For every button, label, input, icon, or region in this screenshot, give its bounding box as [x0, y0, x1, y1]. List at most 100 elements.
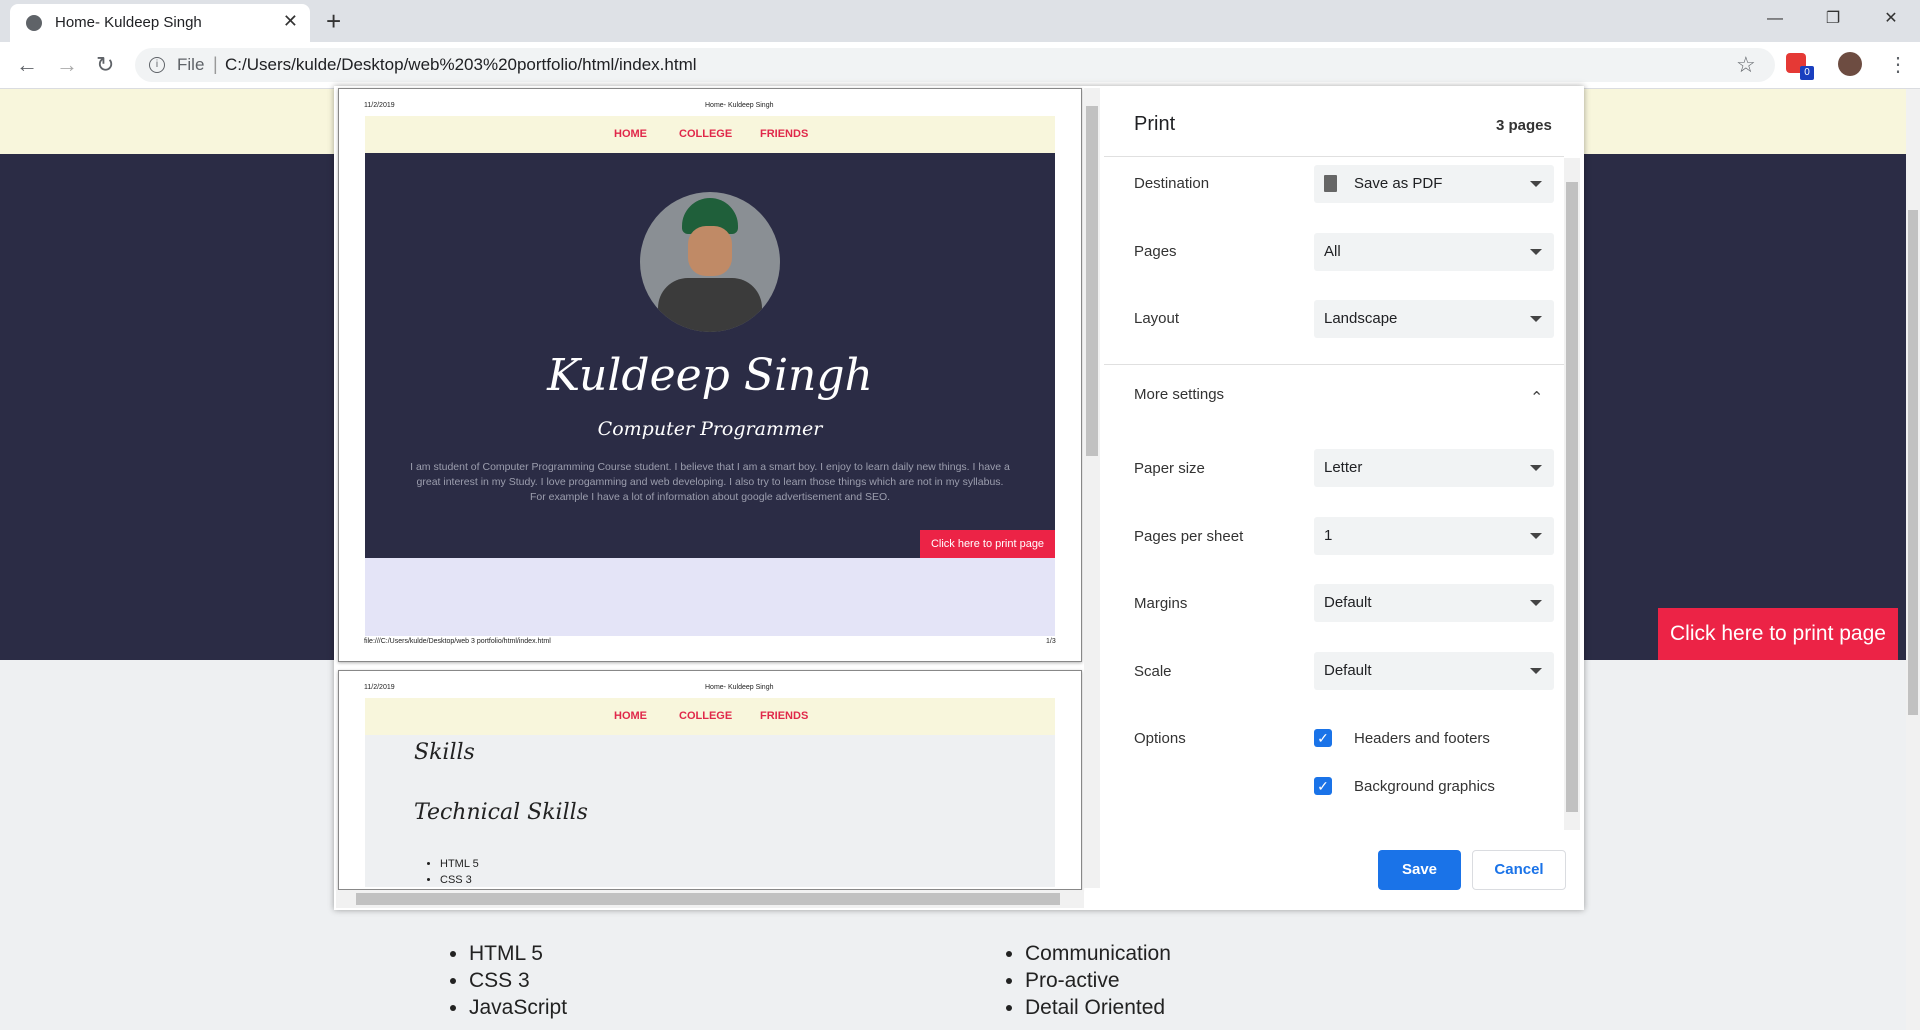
page-scrollbar-thumb[interactable] — [1908, 210, 1918, 715]
preview-nav-friends: FRIENDS — [760, 128, 809, 140]
preview-technical-heading: Technical Skills — [414, 800, 588, 825]
soft-skills-list: Communication Pro-active Detail Oriented — [1003, 940, 1171, 1021]
preview-page-number: 1/3 — [1046, 638, 1056, 645]
back-icon[interactable]: ← — [16, 52, 38, 78]
preview-header-title: Home- Kuldeep Singh — [705, 102, 774, 109]
preview-navbar: HOME COLLEGE FRIENDS — [365, 698, 1055, 735]
restore-button[interactable]: ❐ — [1810, 4, 1856, 34]
save-button[interactable]: Save — [1378, 850, 1461, 890]
pages-per-sheet-label: Pages per sheet — [1134, 528, 1244, 545]
paper-size-label: Paper size — [1134, 460, 1205, 477]
dropdown-caret-icon — [1530, 600, 1542, 606]
margins-select[interactable]: Default — [1314, 584, 1554, 622]
destination-label: Destination — [1134, 175, 1210, 192]
list-item: Pro-active — [1025, 967, 1171, 994]
dropdown-caret-icon — [1530, 465, 1542, 471]
minimize-button[interactable]: — — [1752, 4, 1798, 34]
preview-name: Kuldeep Singh — [547, 350, 873, 401]
dropdown-caret-icon — [1530, 181, 1542, 187]
dropdown-caret-icon — [1530, 668, 1542, 674]
options-label: Options — [1134, 730, 1186, 747]
chevron-up-icon[interactable]: ⌄ — [1530, 386, 1543, 406]
pages-per-sheet-select[interactable]: 1 — [1314, 517, 1554, 555]
preview-nav-college: COLLEGE — [679, 710, 733, 722]
document-icon — [1324, 175, 1337, 192]
address-separator: | — [213, 54, 218, 74]
preview-navbar: HOME COLLEGE FRIENDS — [365, 116, 1055, 153]
margins-value: Default — [1324, 594, 1372, 611]
print-settings-panel — [1104, 86, 1584, 910]
tab-title: Home- Kuldeep Singh — [55, 14, 202, 31]
preview-print-button: Click here to print page — [920, 530, 1055, 558]
address-bar[interactable]: i File | C:/Users/kulde/Desktop/web%203%… — [135, 48, 1775, 82]
print-title: Print — [1134, 113, 1176, 135]
pages-select[interactable]: All — [1314, 233, 1554, 271]
dropdown-caret-icon — [1530, 316, 1542, 322]
preview-date: 11/2/2019 — [364, 102, 395, 109]
more-settings-label[interactable]: More settings — [1134, 386, 1224, 403]
scale-label: Scale — [1134, 663, 1172, 680]
list-item: CSS 3 — [440, 872, 479, 888]
address-url: C:/Users/kulde/Desktop/web%203%20portfol… — [225, 55, 697, 74]
technical-skills-list: HTML 5 CSS 3 JavaScript — [447, 940, 567, 1021]
preview-header-title: Home- Kuldeep Singh — [705, 684, 774, 691]
page-count: 3 pages — [1496, 117, 1552, 134]
preview-vertical-thumb[interactable] — [1086, 106, 1098, 456]
list-item: CSS 3 — [469, 967, 567, 994]
preview-role: Computer Programmer — [597, 418, 823, 440]
profile-avatar[interactable] — [1838, 52, 1862, 76]
browser-tab[interactable]: Home- Kuldeep Singh ✕ — [10, 4, 310, 42]
list-item: HTML 5 — [440, 856, 479, 872]
profile-photo — [640, 192, 780, 332]
headers-footers-label[interactable]: Headers and footers — [1354, 730, 1490, 747]
paper-size-select[interactable]: Letter — [1314, 449, 1554, 487]
preview-date: 11/2/2019 — [364, 684, 395, 691]
dropdown-caret-icon — [1530, 533, 1542, 539]
globe-icon — [26, 15, 42, 31]
layout-select[interactable]: Landscape — [1314, 300, 1554, 338]
scale-select[interactable]: Default — [1314, 652, 1554, 690]
preview-section — [365, 558, 1055, 636]
layout-label: Layout — [1134, 310, 1180, 327]
extension-badge: 0 — [1800, 66, 1814, 80]
list-item: Communication — [1025, 940, 1171, 967]
browser-menu-icon[interactable]: ⋮ — [1888, 52, 1908, 77]
divider — [1104, 364, 1564, 365]
scale-value: Default — [1324, 662, 1372, 679]
list-item: JavaScript — [469, 994, 567, 1021]
list-item: HTML 5 — [469, 940, 567, 967]
info-icon[interactable]: i — [149, 57, 165, 73]
list-item: Detail Oriented — [1025, 994, 1171, 1021]
close-window-button[interactable]: ✕ — [1868, 4, 1914, 34]
destination-select[interactable]: Save as PDF — [1314, 165, 1554, 203]
background-graphics-label[interactable]: Background graphics — [1354, 778, 1495, 795]
preview-nav-college: COLLEGE — [679, 128, 733, 140]
margins-label: Margins — [1134, 595, 1188, 612]
paper-size-value: Letter — [1324, 459, 1363, 476]
preview-footer-path: file:///C:/Users/kulde/Desktop/web 3 por… — [364, 638, 551, 645]
destination-value: Save as PDF — [1354, 175, 1443, 192]
new-tab-button[interactable]: + — [326, 6, 341, 37]
preview-nav-friends: FRIENDS — [760, 710, 809, 722]
page-print-button[interactable]: Click here to print page — [1658, 608, 1898, 660]
settings-scrollbar-thumb[interactable] — [1566, 182, 1578, 812]
preview-skills-heading: Skills — [414, 740, 475, 765]
preview-bio: I am student of Computer Programming Cou… — [410, 461, 1010, 503]
preview-horizontal-thumb[interactable] — [356, 893, 1060, 905]
address-scheme: File — [177, 55, 205, 74]
background-graphics-checkbox[interactable]: ✓ — [1314, 777, 1332, 795]
headers-footers-checkbox[interactable]: ✓ — [1314, 729, 1332, 747]
close-tab-icon[interactable]: ✕ — [283, 11, 298, 32]
dropdown-caret-icon — [1530, 249, 1542, 255]
pages-per-sheet-value: 1 — [1324, 527, 1333, 544]
bookmark-star-icon[interactable]: ☆ — [1736, 52, 1756, 78]
reload-icon[interactable]: ↻ — [96, 52, 114, 78]
preview-nav-home: HOME — [614, 710, 647, 722]
preview-skills-list: HTML 5 CSS 3 — [418, 856, 479, 888]
preview-nav-home: HOME — [614, 128, 647, 140]
cancel-button[interactable]: Cancel — [1472, 850, 1566, 890]
layout-value: Landscape — [1324, 310, 1398, 327]
pages-label: Pages — [1134, 243, 1177, 260]
pages-value: All — [1324, 243, 1341, 260]
forward-icon[interactable]: → — [56, 52, 78, 78]
